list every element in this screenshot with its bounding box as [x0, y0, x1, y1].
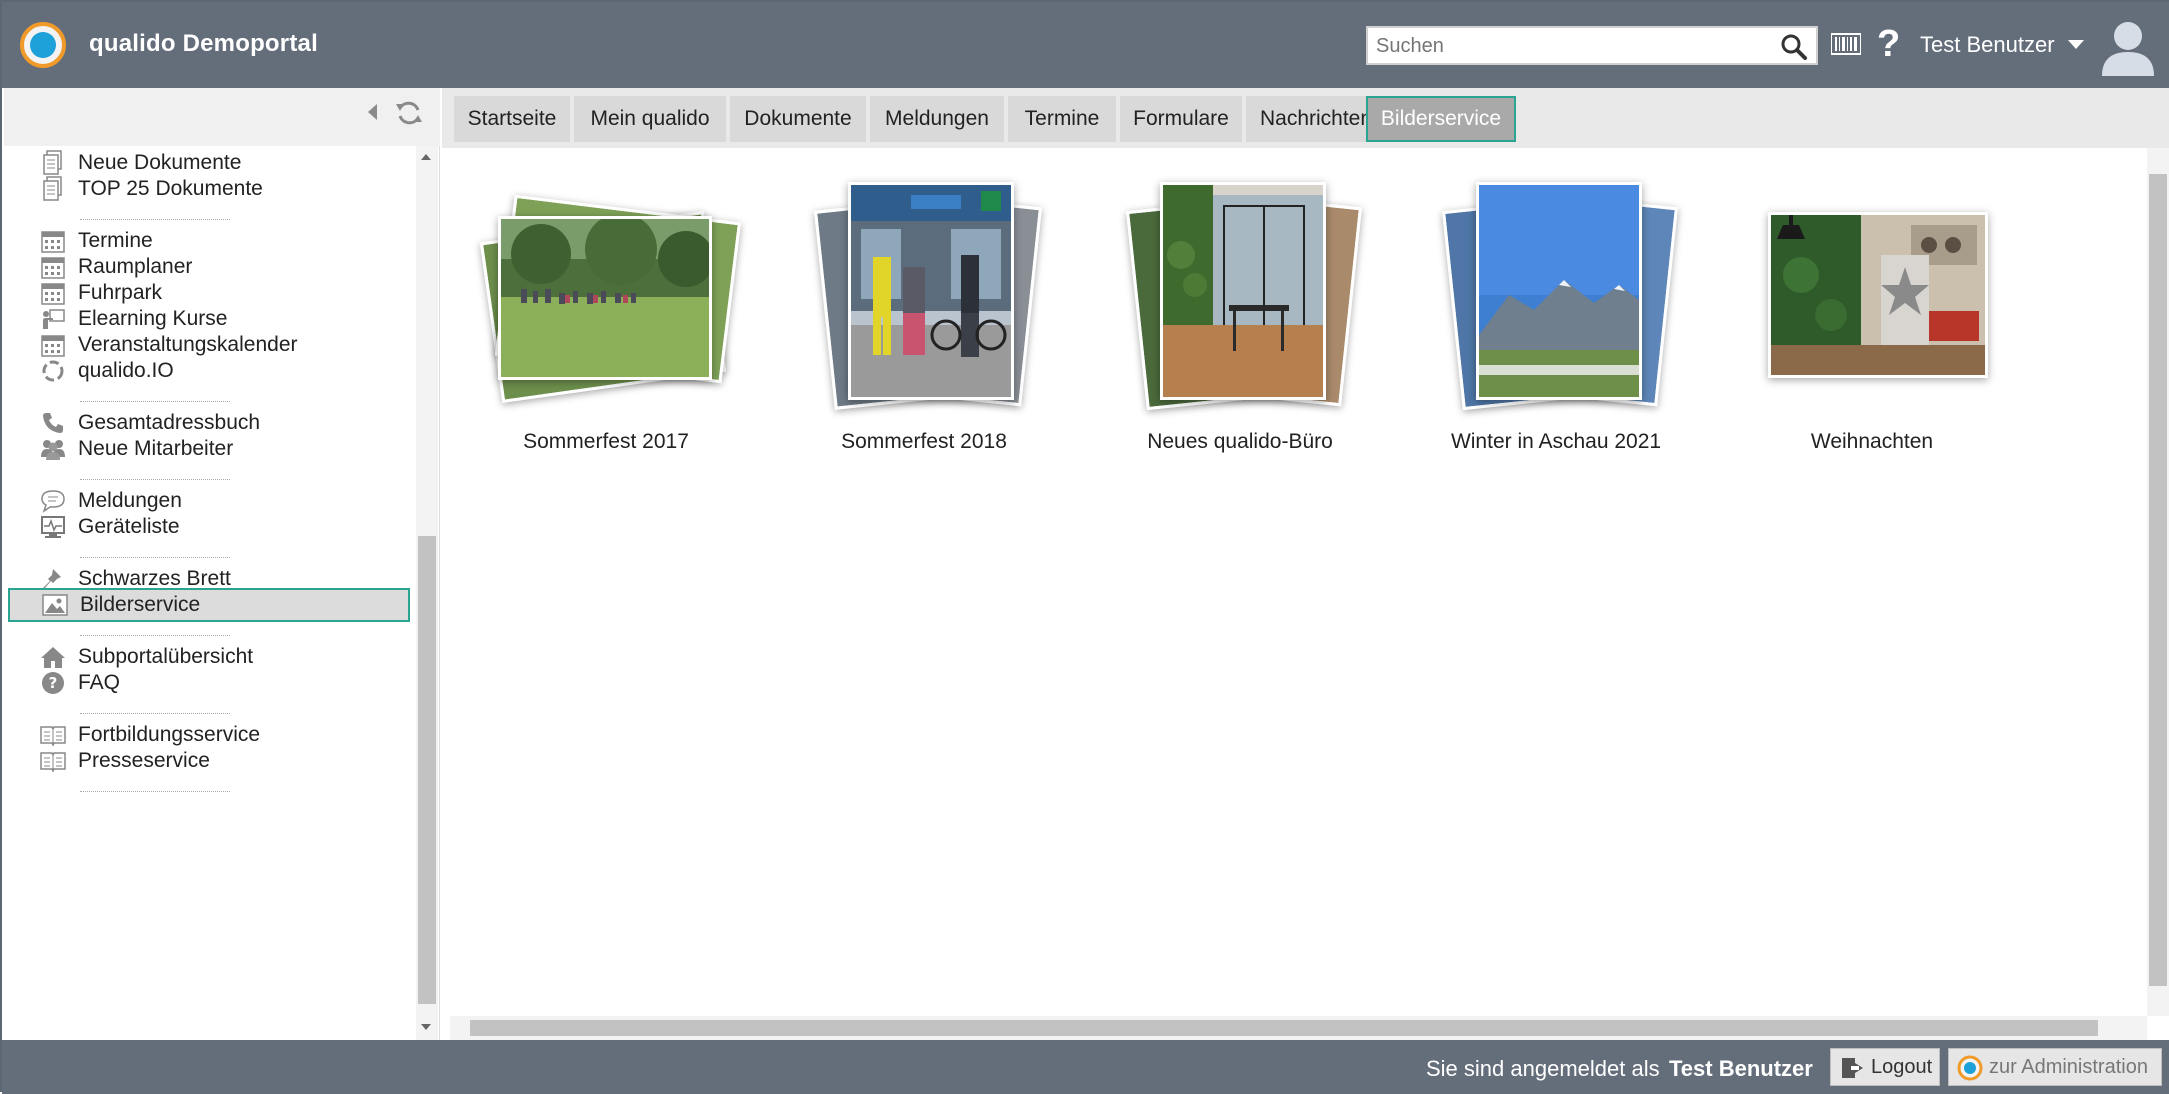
monitor-icon [40, 514, 66, 540]
sidebar-item-top25-dokumente[interactable]: TOP 25 Dokumente [40, 172, 410, 206]
sidebar-separator [80, 557, 230, 558]
album-title[interactable]: Sommerfest 2018 [784, 430, 1064, 454]
album-thumbnail-stack[interactable] [479, 168, 742, 418]
sidebar-separator [80, 401, 230, 402]
content-vertical-scrollbar[interactable] [2147, 148, 2169, 1016]
sidebar-separator [80, 791, 230, 792]
footer-bar: Sie sind angemeldet als Test Benutzer Lo… [2, 1040, 2169, 1094]
sidebar-item-label: qualido.IO [78, 359, 174, 382]
content-horizontal-scrollbar[interactable] [450, 1016, 2147, 1040]
loading-circle-icon [40, 358, 66, 384]
album-photo [1768, 212, 1988, 378]
scroll-down-icon[interactable] [421, 1024, 431, 1030]
admin-label: zur Administration [1989, 1055, 2148, 1078]
sidebar: Neue Dokumente TOP 25 Dokumente Termine … [4, 88, 440, 1040]
logged-in-user: Test Benutzer [1669, 1056, 1813, 1081]
question-circle-icon: ? [40, 670, 66, 696]
admin-button[interactable]: zur Administration [1948, 1048, 2162, 1086]
barcode-icon[interactable] [1831, 32, 1861, 56]
scroll-up-icon[interactable] [421, 154, 431, 160]
tab-startseite[interactable]: Startseite [454, 96, 570, 142]
sidebar-item-neue-mitarbeiter[interactable]: Neue Mitarbeiter [40, 432, 410, 466]
album-card[interactable]: Winter in Aschau 2021 [1416, 168, 1696, 488]
app-title[interactable]: qualido Demoportal [89, 30, 318, 58]
tab-bilderservice[interactable]: Bilderservice [1366, 96, 1516, 142]
tab-formulare[interactable]: Formulare [1120, 96, 1242, 142]
qualido-logo-icon[interactable] [20, 22, 66, 68]
sidebar-separator [80, 713, 230, 714]
refresh-icon[interactable] [394, 98, 424, 128]
scrollbar-thumb[interactable] [2149, 174, 2167, 986]
top-header: qualido Demoportal ? Test Benutzer [2, 2, 2169, 88]
tab-mein-qualido[interactable]: Mein qualido [574, 96, 726, 142]
app-window: qualido Demoportal ? Test Benutzer [0, 0, 2169, 1094]
sidebar-item-label: FAQ [78, 671, 121, 694]
scrollbar-thumb[interactable] [470, 1020, 2098, 1036]
main-area: Startseite Mein qualido Dokumente Meldun… [442, 88, 2169, 1040]
album-card[interactable]: Sommerfest 2017 [466, 168, 746, 488]
logged-in-text: Sie sind angemeldet als [1426, 1056, 1660, 1081]
book-icon [40, 748, 66, 774]
album-title[interactable]: Weihnachten [1732, 430, 2012, 454]
user-menu-name[interactable]: Test Benutzer [1920, 32, 2055, 58]
sidebar-item-presseservice[interactable]: Presseservice [40, 744, 410, 778]
album-card[interactable]: Weihnachten [1732, 168, 2012, 488]
search-icon[interactable] [1780, 33, 1808, 61]
sidebar-item-geraeteliste[interactable]: Geräteliste [40, 510, 410, 544]
album-title[interactable]: Winter in Aschau 2021 [1416, 430, 1696, 454]
sidebar-item-label: TOP 25 Dokumente [78, 177, 263, 200]
album-photo [848, 182, 1014, 400]
gallery-content: Sommerfest 2017 Sommerfest 2018 Neues qu… [450, 148, 2147, 1016]
sidebar-nav: Neue Dokumente TOP 25 Dokumente Termine … [4, 146, 416, 1040]
album-thumbnail-stack[interactable] [1752, 168, 1992, 418]
people-icon [40, 436, 66, 462]
sidebar-item-label: Bilderservice [80, 593, 201, 616]
help-icon[interactable]: ? [1877, 22, 1900, 66]
album-thumbnail-stack[interactable] [1120, 168, 1362, 418]
logout-label: Logout [1871, 1055, 1933, 1078]
sidebar-item-faq[interactable]: ? FAQ [40, 666, 410, 700]
tab-dokumente[interactable]: Dokumente [730, 96, 866, 142]
album-thumbnail-stack[interactable] [1436, 168, 1678, 418]
document-icon [40, 176, 66, 202]
album-title[interactable]: Sommerfest 2017 [466, 430, 746, 454]
qualido-logo-icon [1957, 1055, 1983, 1081]
album-thumbnail-stack[interactable] [804, 168, 1044, 418]
sidebar-item-label: Geräteliste [78, 515, 180, 538]
sidebar-item-bilderservice[interactable]: Bilderservice [8, 588, 410, 622]
svg-text:?: ? [49, 674, 58, 692]
album-photo [1160, 182, 1326, 400]
collapse-left-icon[interactable] [368, 104, 377, 120]
search-input[interactable] [1376, 31, 1768, 62]
sidebar-scrollbar[interactable] [416, 146, 438, 1040]
sidebar-separator [80, 479, 230, 480]
album-photo [1476, 182, 1642, 400]
album-title[interactable]: Neues qualido-Büro [1100, 430, 1380, 454]
sidebar-toolbar [4, 88, 440, 146]
chevron-down-icon[interactable] [2068, 40, 2084, 49]
sidebar-item-qualido-io[interactable]: qualido.IO [40, 354, 410, 388]
tab-meldungen[interactable]: Meldungen [870, 96, 1004, 142]
logout-icon [1842, 1058, 1863, 1078]
image-icon [42, 592, 68, 618]
avatar[interactable] [2098, 16, 2158, 76]
sidebar-item-label: Neue Mitarbeiter [78, 437, 234, 460]
scrollbar-thumb[interactable] [418, 536, 436, 1004]
search-box [1366, 26, 1818, 65]
album-photo [498, 213, 714, 380]
sidebar-separator [80, 635, 230, 636]
sidebar-separator [80, 219, 230, 220]
tab-termine[interactable]: Termine [1008, 96, 1116, 142]
sidebar-item-label: Presseservice [78, 749, 210, 772]
album-card[interactable]: Neues qualido-Büro [1100, 168, 1380, 488]
album-card[interactable]: Sommerfest 2018 [784, 168, 1064, 488]
tab-bar: Startseite Mein qualido Dokumente Meldun… [442, 88, 2169, 148]
logout-button[interactable]: Logout [1830, 1048, 1940, 1086]
tab-nachrichten[interactable]: Nachrichten [1246, 96, 1386, 142]
